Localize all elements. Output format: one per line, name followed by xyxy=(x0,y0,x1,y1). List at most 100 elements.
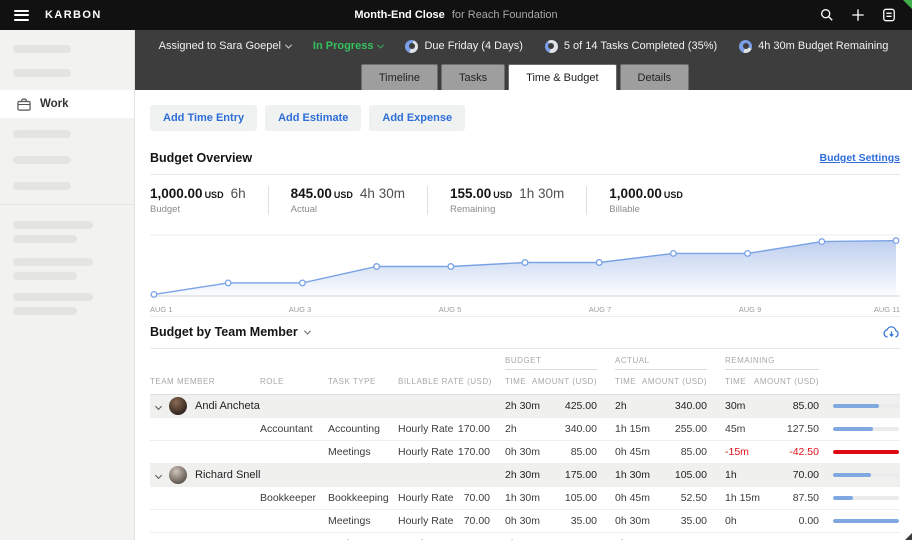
actual-time: 0h 45m xyxy=(615,492,657,504)
team-budget-header: Budget by Team Member xyxy=(150,318,900,349)
export-button[interactable] xyxy=(883,325,900,339)
budget-settings-link[interactable]: Budget Settings xyxy=(820,152,901,164)
tab-timeline[interactable]: Timeline xyxy=(361,64,438,90)
actual-time: 0h 30m xyxy=(615,515,657,527)
add-expense-button[interactable]: Add Expense xyxy=(369,105,465,131)
sidebar-divider xyxy=(0,204,134,205)
brand-logo: KARBON xyxy=(45,9,102,21)
member-row[interactable]: Richard Snell 2h 30m 175.00 1h 30m 105.0… xyxy=(150,464,900,487)
tab-tasks[interactable]: Tasks xyxy=(441,64,505,90)
chart-data-point[interactable] xyxy=(893,238,899,244)
budget-amount: 105.00 xyxy=(565,492,597,504)
status-metric[interactable]: 4h 30m Budget Remaining xyxy=(739,40,888,53)
actual-amount: 255.00 xyxy=(675,423,707,435)
chart-data-point[interactable] xyxy=(374,264,380,270)
stat-label: Billable xyxy=(609,204,683,215)
col-actual-amount: AMOUNT (USD) xyxy=(642,377,707,386)
action-buttons: Add Time Entry Add Estimate Add Expense xyxy=(150,105,900,131)
work-item-title: Month-End Close for Reach Foundation xyxy=(354,9,557,21)
budget-amount: 175.00 xyxy=(565,469,597,481)
expand-chevron-icon[interactable] xyxy=(155,402,162,409)
member-row[interactable]: Andi Ancheta 2h 30m 425.00 2h 340.00 30m… xyxy=(150,395,900,418)
status-metric[interactable]: 5 of 14 Tasks Completed (35%) xyxy=(545,40,717,53)
rate-value: 170.00 xyxy=(458,423,490,435)
nav-skeleton xyxy=(13,45,71,53)
cloud-download-icon xyxy=(883,325,900,339)
status-label: In Progress xyxy=(313,40,374,52)
task-row[interactable]: Accountant Accounting Hourly Rate 170.00… xyxy=(150,418,900,441)
avatar xyxy=(169,397,187,415)
add-estimate-button[interactable]: Add Estimate xyxy=(265,105,361,131)
stat-label: Budget xyxy=(150,204,246,215)
remaining-time: 1h 15m xyxy=(725,492,767,504)
avatar xyxy=(169,466,187,484)
task-row[interactable]: Meetings Hourly Rate 70.00 0h 30m 35.00 … xyxy=(150,510,900,533)
actual-time: 2h xyxy=(615,400,657,412)
chart-data-point[interactable] xyxy=(596,260,602,266)
chart-data-point[interactable] xyxy=(151,292,157,298)
budget-progress-bar xyxy=(833,404,899,408)
sidebar-item-work[interactable]: Work xyxy=(0,90,134,118)
plus-icon[interactable] xyxy=(851,8,865,22)
task-row[interactable]: Bookkeeper Bookkeeping Hourly Rate 70.00… xyxy=(150,487,900,510)
member-name: Richard Snell xyxy=(195,469,260,481)
budget-progress-bar xyxy=(833,450,899,454)
task-row[interactable]: Meetings Hourly Rate 170.00 0h 30m 85.00… xyxy=(150,441,900,464)
budget-time: 2h xyxy=(505,423,547,435)
chart-data-point[interactable] xyxy=(819,239,825,245)
nav-skeleton xyxy=(13,182,71,190)
budget-time: 2h 30m xyxy=(505,400,547,412)
status-dropdown[interactable]: In Progress xyxy=(313,40,384,52)
col-budget-amount: AMOUNT (USD) xyxy=(532,377,597,386)
remaining-amount: 70.00 xyxy=(793,469,819,481)
add-time-entry-button[interactable]: Add Time Entry xyxy=(150,105,257,131)
stat-billable: 1,000.00USD Billable xyxy=(609,186,705,215)
chart-data-point[interactable] xyxy=(522,260,528,266)
work-title-client: for Reach Foundation xyxy=(452,9,558,21)
expand-chevron-icon[interactable] xyxy=(155,471,162,478)
chart-data-point[interactable] xyxy=(745,251,751,257)
team-budget-title[interactable]: Budget by Team Member xyxy=(150,325,310,339)
hamburger-menu-icon[interactable] xyxy=(14,7,29,23)
budget-time: 0h 30m xyxy=(505,446,547,458)
budget-amount: 35.00 xyxy=(571,515,597,527)
stat-time: 4h 30m xyxy=(360,186,405,201)
stat-label: Actual xyxy=(291,204,405,215)
x-tick-label: AUG 11 xyxy=(874,305,900,314)
chart-data-point[interactable] xyxy=(225,280,231,286)
stat-actual: 845.00USD4h 30m Actual xyxy=(291,186,428,215)
stat-amount: 845.00 xyxy=(291,186,332,201)
member-role: Bookkeeper xyxy=(260,492,328,504)
search-icon[interactable] xyxy=(820,8,834,22)
remaining-time: -15m xyxy=(725,446,767,458)
task-row[interactable]: Review Hourly Rate 70.00 0h 30m 35.00 0h… xyxy=(150,533,900,540)
chart-data-point[interactable] xyxy=(448,264,454,270)
nav-skeleton xyxy=(13,307,77,315)
col-team-member: TEAM MEMBER xyxy=(150,377,260,386)
x-tick-label: AUG 9 xyxy=(739,305,762,314)
budget-stats: 1,000.00USD6h Budget 845.00USD4h 30m Act… xyxy=(150,175,900,222)
remaining-amount: 127.50 xyxy=(787,423,819,435)
rate-type: Hourly Rate xyxy=(398,515,455,527)
remaining-amount: 87.50 xyxy=(793,492,819,504)
chart-data-point[interactable] xyxy=(671,251,677,257)
journal-icon[interactable] xyxy=(882,8,896,22)
col-role: ROLE xyxy=(260,377,328,386)
stat-time: 6h xyxy=(231,186,246,201)
assignee-dropdown[interactable]: Assigned to Sara Goepel xyxy=(159,40,291,52)
stat-currency: USD xyxy=(493,190,512,200)
remaining-amount: -42.50 xyxy=(789,446,819,458)
stat-currency: USD xyxy=(664,190,683,200)
progress-donut-icon xyxy=(739,40,752,53)
remaining-amount: 0.00 xyxy=(799,515,819,527)
status-metric[interactable]: Due Friday (4 Days) xyxy=(405,40,522,53)
team-budget-table: BUDGET ACTUAL REMAINING TEAM MEMBER ROLE… xyxy=(150,349,900,540)
x-tick-label: AUG 5 xyxy=(439,305,462,314)
stat-amount: 1,000.00 xyxy=(150,186,203,201)
budget-amount: 85.00 xyxy=(571,446,597,458)
actual-amount: 35.00 xyxy=(681,515,707,527)
remaining-time: 1h xyxy=(725,469,767,481)
tab-details[interactable]: Details xyxy=(620,64,690,90)
tab-time-budget[interactable]: Time & Budget xyxy=(508,64,616,90)
chart-data-point[interactable] xyxy=(300,280,306,286)
